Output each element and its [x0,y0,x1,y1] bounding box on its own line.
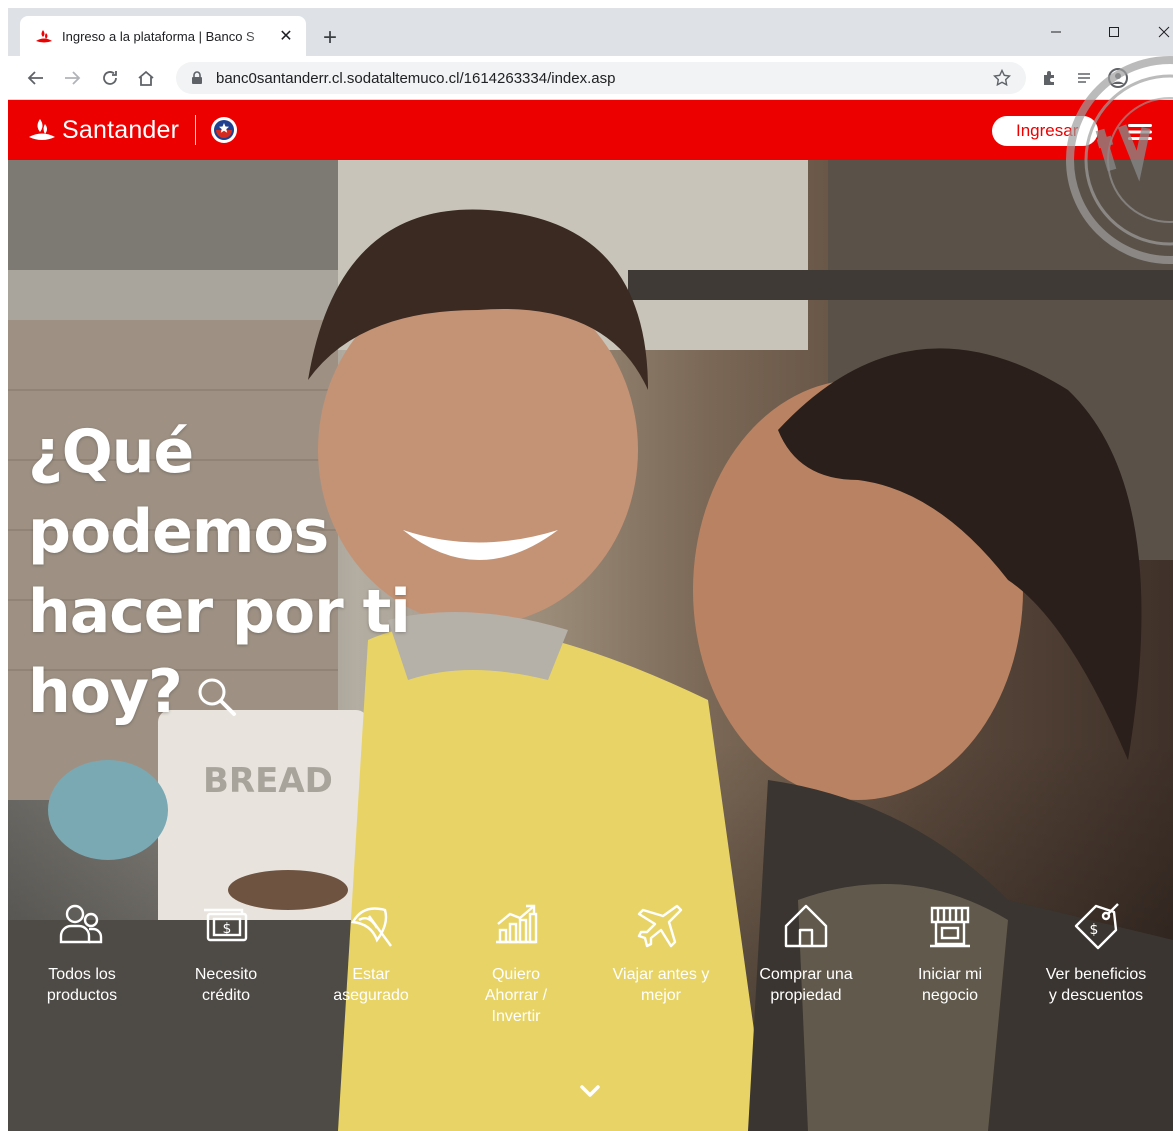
discount-tag-icon: $ [1074,903,1119,950]
minimize-icon[interactable] [1040,18,1072,46]
hero-banner: BREAD ¿Qué podemos hacer por ti hoy? Tod… [8,160,1173,1131]
hero-title-line: podemos [28,497,329,567]
quick-link-label: Comprar una propiedad [759,966,853,1004]
quick-link-label: Todos los productos [46,966,118,1004]
profile-icon[interactable] [1104,64,1132,92]
hero-title: ¿Qué podemos hacer por ti hoy? [28,412,448,732]
hamburger-menu-icon[interactable] [1126,120,1154,144]
quick-link-propiedad[interactable]: Comprar una propiedad [736,902,876,1006]
quick-link-label: Necesito crédito [194,966,258,1004]
svg-text:$: $ [223,921,232,937]
umbrella-icon [351,907,392,947]
url-text: banc0santanderr.cl.sodataltemuco.cl/1614… [216,69,616,87]
brand-name: Santander [62,115,180,144]
site-header: Santander Ingresar [8,100,1173,160]
hero-title-line: hacer por ti [28,577,411,647]
chile-seal-icon [211,117,238,143]
logo-divider [195,115,197,145]
people-icon [59,904,103,944]
browser-tabstrip: Ingreso a la plataforma | Banco S ✕ + [8,8,1173,56]
svg-text:BREAD: BREAD [203,761,333,801]
login-button[interactable]: Ingresar [992,116,1098,146]
extensions-icon[interactable] [1036,64,1064,92]
chevron-down-icon[interactable] [576,1082,604,1102]
hero-title-line: ¿Qué [28,417,194,487]
money-icon: $ [204,908,248,942]
svg-text:$: $ [1090,922,1099,938]
back-arrow-icon[interactable] [22,64,50,92]
growth-chart-icon [496,904,538,944]
address-bar[interactable]: banc0santanderr.cl.sodataltemuco.cl/1614… [176,62,1026,94]
quick-link-label: Viajar antes y mejor [612,966,710,1004]
lock-icon [192,71,202,84]
search-icon[interactable] [194,674,238,718]
quick-link-label: Iniciar mi negocio [917,966,982,1004]
store-icon [930,906,970,948]
quick-link-credito[interactable]: $ Necesito crédito [156,902,296,1006]
forward-arrow-icon[interactable] [58,64,86,92]
santander-logo[interactable]: Santander [28,114,238,146]
airplane-icon [637,904,683,948]
window-close-icon[interactable] [1148,18,1173,46]
quick-link-label: Ver beneficios y descuentos [1045,966,1147,1004]
quick-link-asegurado[interactable]: Estar asegurado [301,902,441,1006]
santander-flame-icon [36,30,52,43]
maximize-icon[interactable] [1098,18,1130,46]
new-tab-button[interactable]: + [316,24,344,52]
tab-close-icon[interactable]: ✕ [276,26,296,46]
quick-link-label: Estar asegurado [333,966,409,1004]
santander-flame-icon [29,119,55,140]
tab-title: Ingreso a la plataforma | Banco S [62,28,255,44]
reload-icon[interactable] [96,64,124,92]
quick-links: Todos los productos $ Necesito crédito E… [8,902,1173,1042]
quick-link-ahorrar[interactable]: Quiero Ahorrar / Invertir [446,902,586,1027]
quick-link-beneficios[interactable]: $ Ver beneficios y descuentos [1026,902,1166,1006]
quick-link-todos-productos[interactable]: Todos los productos [12,902,152,1006]
browser-tab[interactable]: Ingreso a la plataforma | Banco S ✕ [20,16,306,56]
login-label: Ingresar [1016,121,1079,140]
reading-list-icon[interactable] [1070,64,1098,92]
house-icon [784,904,828,948]
quick-link-negocio[interactable]: Iniciar mi negocio [880,902,1020,1006]
hero-title-line: hoy? [28,657,183,727]
browser-toolbar: banc0santanderr.cl.sodataltemuco.cl/1614… [8,56,1173,100]
quick-link-viajar[interactable]: Viajar antes y mejor [591,902,731,1006]
bookmark-star-icon[interactable] [988,64,1016,92]
home-icon[interactable] [132,64,160,92]
quick-link-label: Quiero Ahorrar / Invertir [484,966,548,1025]
